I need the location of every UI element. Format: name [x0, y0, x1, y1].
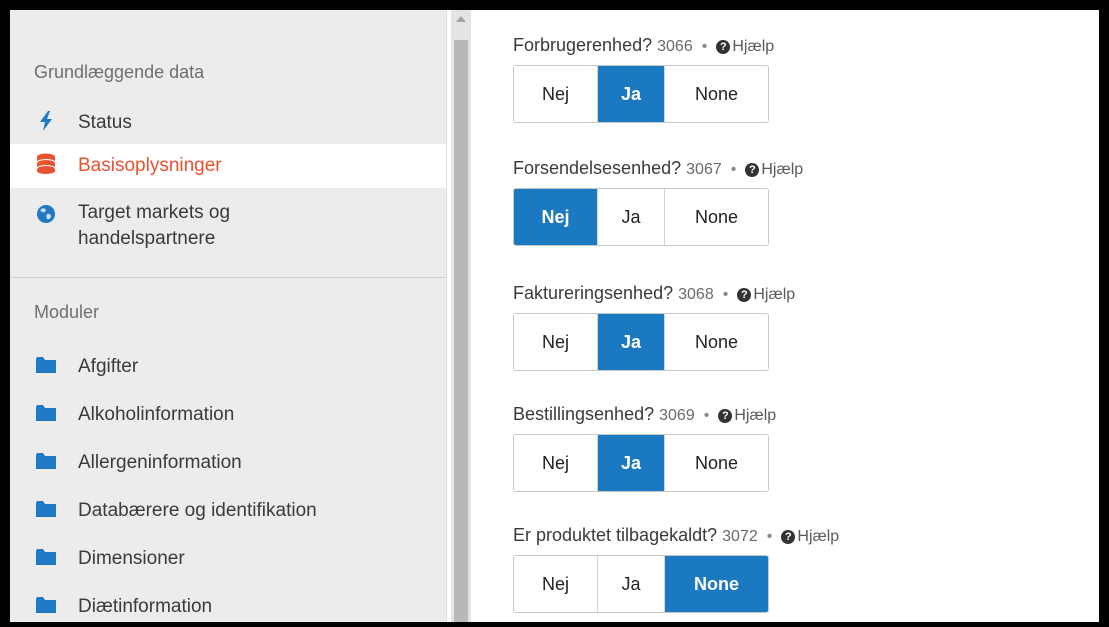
- field-code: 3072: [722, 528, 758, 545]
- sidebar-item-basisoplysninger[interactable]: Basisoplysninger: [10, 144, 446, 188]
- sidebar-item-label: Alkoholinformation: [78, 404, 235, 425]
- option-none-button[interactable]: None: [665, 556, 768, 612]
- option-nej-button[interactable]: Nej: [514, 189, 598, 245]
- field-code: 3069: [659, 407, 695, 424]
- option-none-button[interactable]: None: [665, 435, 768, 491]
- yes-no-none-toggle: Nej Ja None: [513, 65, 769, 123]
- option-nej-button[interactable]: Nej: [514, 556, 598, 612]
- help-icon[interactable]: ?: [716, 40, 731, 54]
- lightning-icon: [36, 110, 56, 132]
- separator-dot: •: [703, 407, 710, 424]
- folder-icon: [36, 546, 56, 568]
- option-nej-button[interactable]: Nej: [514, 435, 598, 491]
- sidebar-item-dimensioner[interactable]: Dimensioner: [10, 540, 446, 586]
- yes-no-none-toggle: Nej Ja None: [513, 313, 769, 371]
- field-label: Forsendelsesenhed?: [513, 158, 682, 178]
- section-title-modules: Moduler: [34, 302, 100, 322]
- yes-no-none-toggle: Nej Ja None: [513, 188, 769, 246]
- sidebar-item-afgifter[interactable]: Afgifter: [10, 348, 446, 394]
- sidebar-item-databaerere[interactable]: Databærere og identifikation: [10, 492, 446, 538]
- option-nej-button[interactable]: Nej: [514, 66, 598, 122]
- sidebar-item-label: Diætinformation: [78, 596, 213, 617]
- folder-icon: [36, 498, 56, 520]
- folder-icon: [36, 594, 56, 616]
- scroll-up-arrow-icon[interactable]: [456, 16, 466, 22]
- option-none-button[interactable]: None: [665, 66, 768, 122]
- field-faktureringsenhed: Faktureringsenhed? 3068 • ? Hjælp Nej Ja …: [513, 283, 795, 371]
- folder-icon: [36, 354, 56, 376]
- field-label: Faktureringsenhed?: [513, 283, 674, 303]
- globe-icon: [36, 203, 56, 225]
- yes-no-none-toggle: Nej Ja None: [513, 555, 769, 613]
- option-nej-button[interactable]: Nej: [514, 314, 598, 370]
- field-code: 3066: [657, 38, 693, 55]
- help-icon[interactable]: ?: [718, 409, 733, 423]
- sidebar-divider: [10, 277, 446, 278]
- option-ja-button[interactable]: Ja: [598, 314, 665, 370]
- field-forsendelsesenhed: Forsendelsesenhed? 3067 • ? Hjælp Nej Ja …: [513, 158, 803, 246]
- sidebar-item-diaetinformation[interactable]: Diætinformation: [10, 588, 446, 622]
- folder-icon: [36, 402, 56, 424]
- separator-dot: •: [722, 286, 729, 303]
- help-link[interactable]: Hjælp: [797, 528, 839, 545]
- sidebar-item-status[interactable]: Status: [10, 102, 446, 144]
- field-label: Bestillingsenhed?: [513, 404, 655, 424]
- option-none-button[interactable]: None: [665, 314, 768, 370]
- help-icon[interactable]: ?: [737, 288, 752, 302]
- field-forbrugerenhed: Forbrugerenhed? 3066 • ? Hjælp Nej Ja Non…: [513, 35, 774, 123]
- sidebar-item-allergeninformation[interactable]: Allergeninformation: [10, 444, 446, 490]
- field-bestillingsenhed: Bestillingsenhed? 3069 • ? Hjælp Nej Ja N…: [513, 404, 776, 492]
- help-icon[interactable]: ?: [745, 163, 760, 177]
- field-code: 3068: [678, 286, 714, 303]
- sidebar-item-label: Basisoplysninger: [78, 155, 222, 176]
- section-title-basic-data: Grundlæggende data: [34, 62, 205, 82]
- option-none-button[interactable]: None: [665, 189, 768, 245]
- help-link[interactable]: Hjælp: [734, 407, 776, 424]
- folder-icon: [36, 450, 56, 472]
- field-tilbagekaldt: Er produktet tilbagekaldt? 3072 • ? Hjælp…: [513, 525, 839, 613]
- field-label: Er produktet tilbagekaldt?: [513, 525, 718, 545]
- sidebar-item-label: Afgifter: [78, 356, 139, 377]
- field-code: 3067: [686, 161, 722, 178]
- sidebar: Grundlæggende data Status Basisoplysning…: [10, 10, 447, 622]
- sidebar-item-label: Status: [78, 112, 132, 133]
- sidebar-item-label: Dimensioner: [78, 548, 185, 569]
- sidebar-item-alkoholinformation[interactable]: Alkoholinformation: [10, 396, 446, 442]
- help-icon[interactable]: ?: [781, 530, 796, 544]
- sidebar-scrollbar[interactable]: [451, 10, 471, 622]
- sidebar-item-label: Databærere og identifikation: [78, 500, 317, 521]
- separator-dot: •: [730, 161, 737, 178]
- option-ja-button[interactable]: Ja: [598, 189, 665, 245]
- sidebar-item-label: Target markets og handelspartnere: [78, 202, 231, 249]
- scroll-thumb[interactable]: [454, 40, 468, 622]
- separator-dot: •: [766, 528, 773, 545]
- sidebar-item-target-markets[interactable]: Target markets og handelspartnere: [10, 192, 446, 258]
- database-icon: [36, 153, 56, 175]
- yes-no-none-toggle: Nej Ja None: [513, 434, 769, 492]
- help-link[interactable]: Hjælp: [732, 38, 774, 55]
- app-frame: Grundlæggende data Status Basisoplysning…: [10, 10, 1099, 622]
- option-ja-button[interactable]: Ja: [598, 435, 665, 491]
- field-label: Forbrugerenhed?: [513, 35, 653, 55]
- sidebar-item-label: Allergeninformation: [78, 452, 242, 473]
- option-ja-button[interactable]: Ja: [598, 556, 665, 612]
- help-link[interactable]: Hjælp: [761, 161, 803, 178]
- separator-dot: •: [701, 38, 708, 55]
- help-link[interactable]: Hjælp: [753, 286, 795, 303]
- option-ja-button[interactable]: Ja: [598, 66, 665, 122]
